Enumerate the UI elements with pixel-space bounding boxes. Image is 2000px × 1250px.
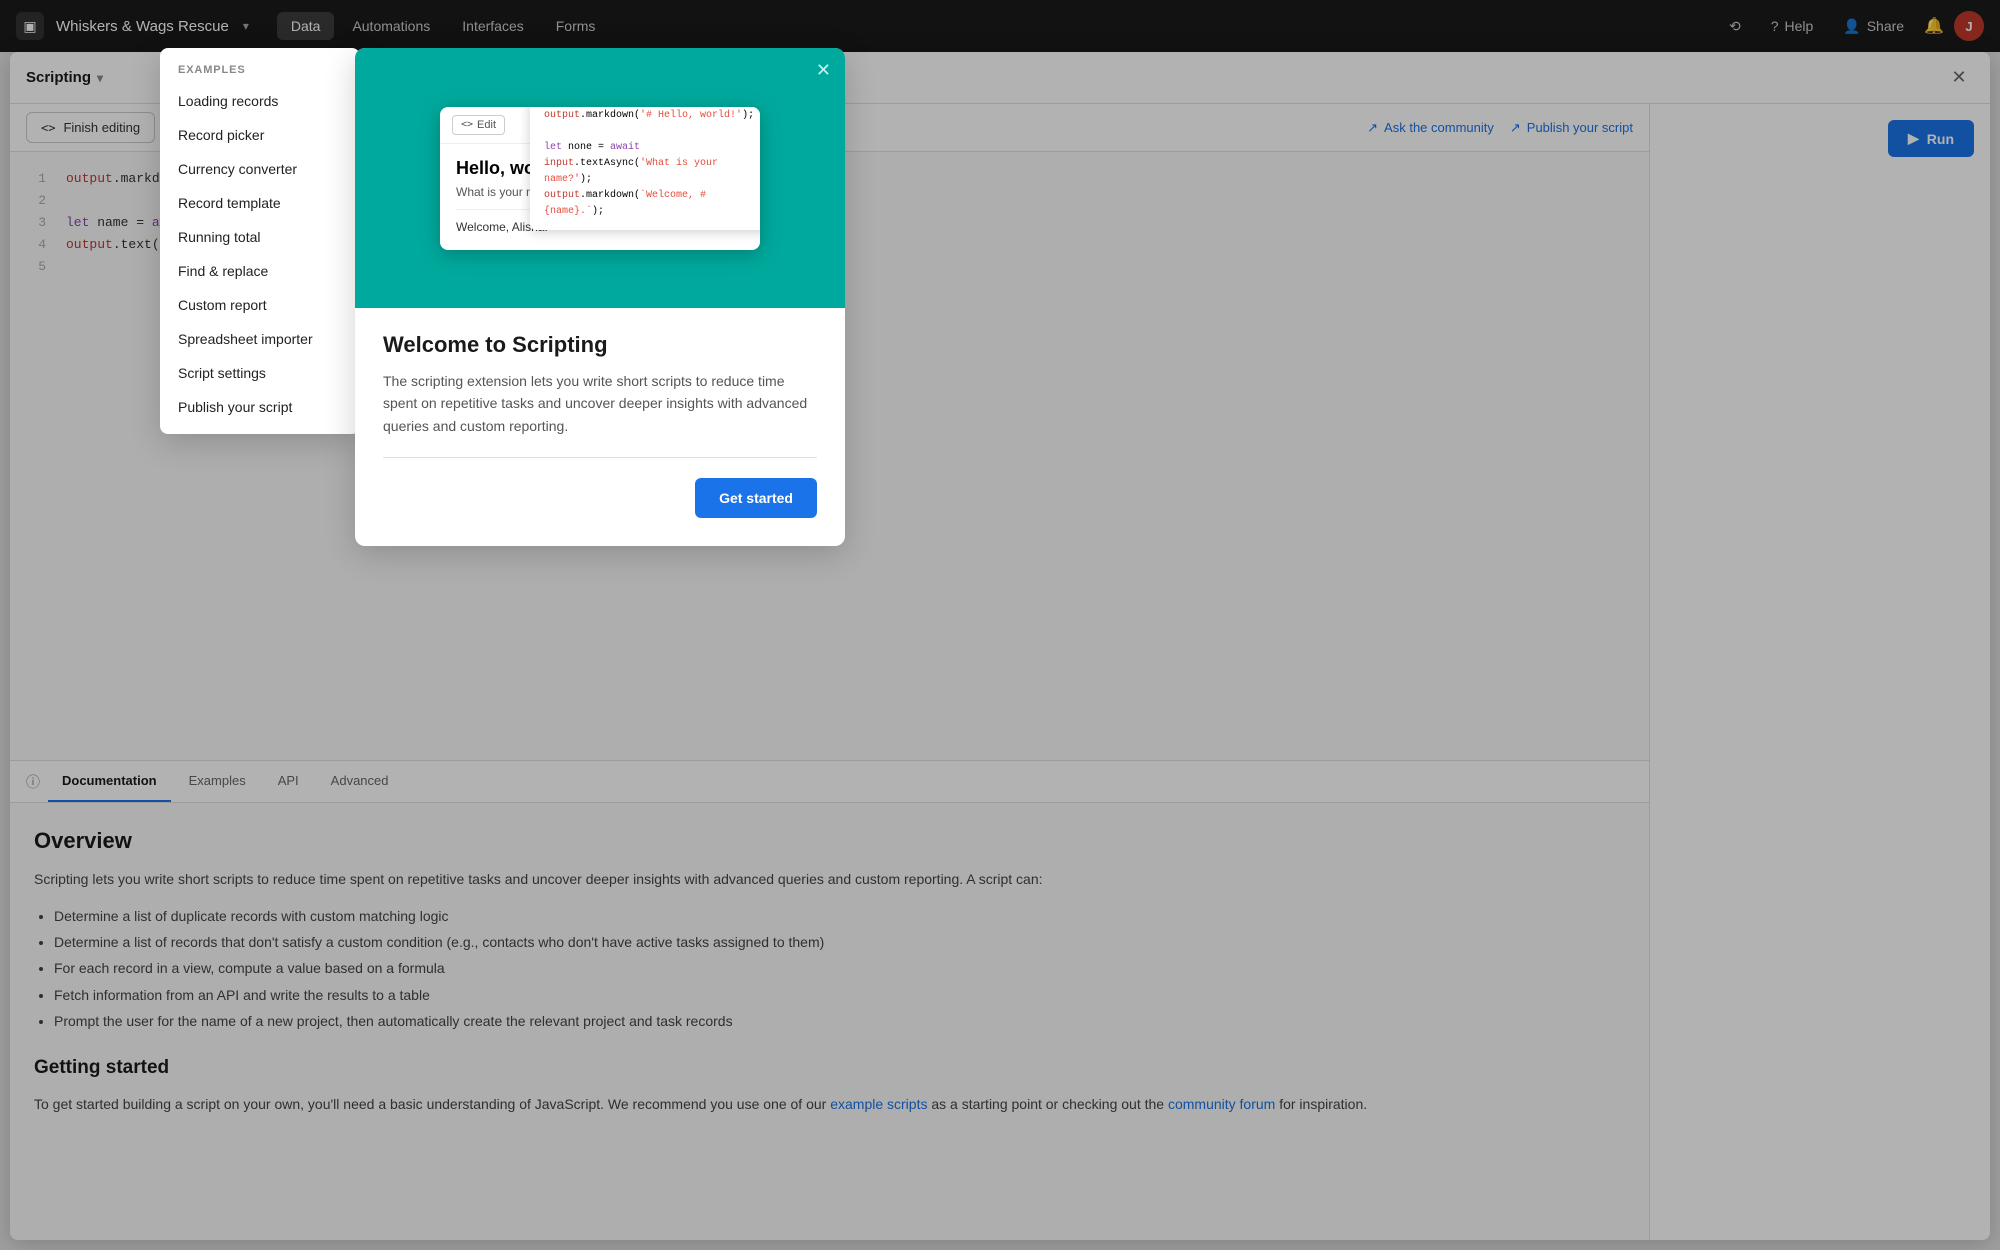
example-currency-converter[interactable]: Currency converter	[160, 152, 360, 186]
welcome-footer: Get started	[383, 478, 817, 518]
example-find-replace[interactable]: Find & replace	[160, 254, 360, 288]
example-loading-records[interactable]: Loading records	[160, 84, 360, 118]
welcome-title: Welcome to Scripting	[383, 332, 817, 358]
hero-edit-button: <> Edit	[452, 115, 505, 135]
welcome-hero: ✕ <> Edit ▶ Run Hello, world! What is yo	[355, 48, 845, 308]
example-spreadsheet-importer[interactable]: Spreadsheet importer	[160, 322, 360, 356]
welcome-body: Welcome to Scripting The scripting exten…	[355, 308, 845, 546]
example-script-settings[interactable]: Script settings	[160, 356, 360, 390]
examples-dropdown: EXAMPLES Loading records Record picker C…	[160, 48, 360, 434]
welcome-divider	[383, 457, 817, 458]
example-running-total[interactable]: Running total	[160, 220, 360, 254]
hero-mock-ui: <> Edit ▶ Run Hello, world! What is your…	[440, 107, 760, 250]
examples-section-label: EXAMPLES	[160, 58, 360, 84]
example-publish-your-script[interactable]: Publish your script	[160, 390, 360, 424]
example-record-picker[interactable]: Record picker	[160, 118, 360, 152]
get-started-button[interactable]: Get started	[695, 478, 817, 518]
welcome-desc: The scripting extension lets you write s…	[383, 370, 817, 437]
welcome-card: ✕ <> Edit ▶ Run Hello, world! What is yo	[355, 48, 845, 546]
example-record-template[interactable]: Record template	[160, 186, 360, 220]
modal-overlay: EXAMPLES Loading records Record picker C…	[0, 0, 2000, 1250]
example-custom-report[interactable]: Custom report	[160, 288, 360, 322]
hero-code-snippet: output.markdown('# Hello, world!'); let …	[530, 107, 760, 230]
welcome-close-button[interactable]: ✕	[816, 60, 831, 81]
